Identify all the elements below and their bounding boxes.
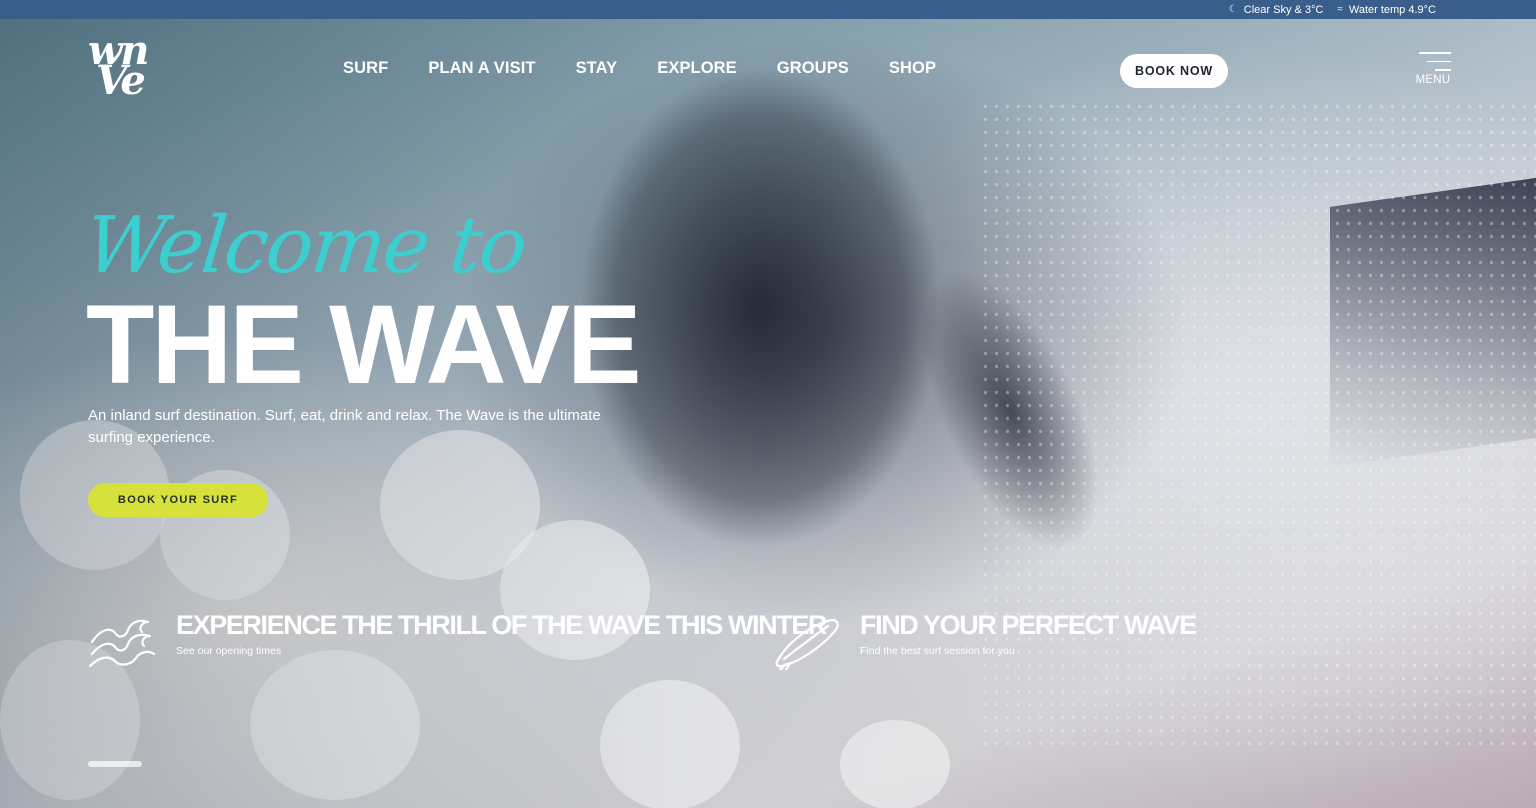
- menu-button[interactable]: MENU: [1415, 52, 1451, 86]
- feature-title: EXPERIENCE THE THRILL OF THE WAVE THIS W…: [176, 610, 827, 640]
- water-temperature: ≈ Water temp 4.9°C: [1337, 3, 1436, 16]
- hero-tagline: An inland surf destination. Surf, eat, d…: [88, 407, 601, 446]
- nav-item-explore[interactable]: EXPLORE: [657, 59, 737, 78]
- book-now-button[interactable]: BOOK NOW: [1120, 54, 1228, 88]
- wave-icon: [88, 619, 156, 668]
- site-logo[interactable]: wn Ve: [88, 31, 164, 104]
- hamburger-icon: [1415, 52, 1451, 71]
- moon-icon: ☾: [1228, 4, 1238, 15]
- feature-opening-times[interactable]: EXPERIENCE THE THRILL OF THE WAVE THIS W…: [88, 610, 827, 670]
- slider-indicator[interactable]: [88, 761, 142, 767]
- page-title: THE WAVE: [86, 282, 642, 407]
- nav-item-plan-a-visit[interactable]: PLAN A VISIT: [428, 59, 535, 78]
- nav-item-stay[interactable]: STAY: [576, 59, 618, 78]
- surfboard-icon: [775, 618, 839, 670]
- weather-status: ☾ Clear Sky & 3°C: [1228, 3, 1324, 16]
- main-navigation: SURF PLAN A VISIT STAY EXPLORE GROUPS SH…: [343, 59, 936, 78]
- nav-item-surf[interactable]: SURF: [343, 59, 388, 78]
- welcome-script-heading: Welcome to: [81, 201, 530, 291]
- swimmer-icon: ≈: [1337, 4, 1343, 15]
- nav-item-groups[interactable]: GROUPS: [777, 59, 849, 78]
- feature-subtitle: See our opening times: [176, 645, 282, 657]
- feature-title: FIND YOUR PERFECT WAVE: [860, 610, 1197, 640]
- feature-perfect-wave[interactable]: FIND YOUR PERFECT WAVE Find the best sur…: [772, 610, 1197, 670]
- weather-bar: ☾ Clear Sky & 3°C ≈ Water temp 4.9°C: [0, 0, 1536, 19]
- feature-subtitle: Find the best surf session for you: [860, 645, 1015, 657]
- nav-item-shop[interactable]: SHOP: [889, 59, 936, 78]
- menu-label: MENU: [1415, 73, 1451, 86]
- book-your-surf-button[interactable]: BOOK YOUR SURF: [88, 483, 268, 517]
